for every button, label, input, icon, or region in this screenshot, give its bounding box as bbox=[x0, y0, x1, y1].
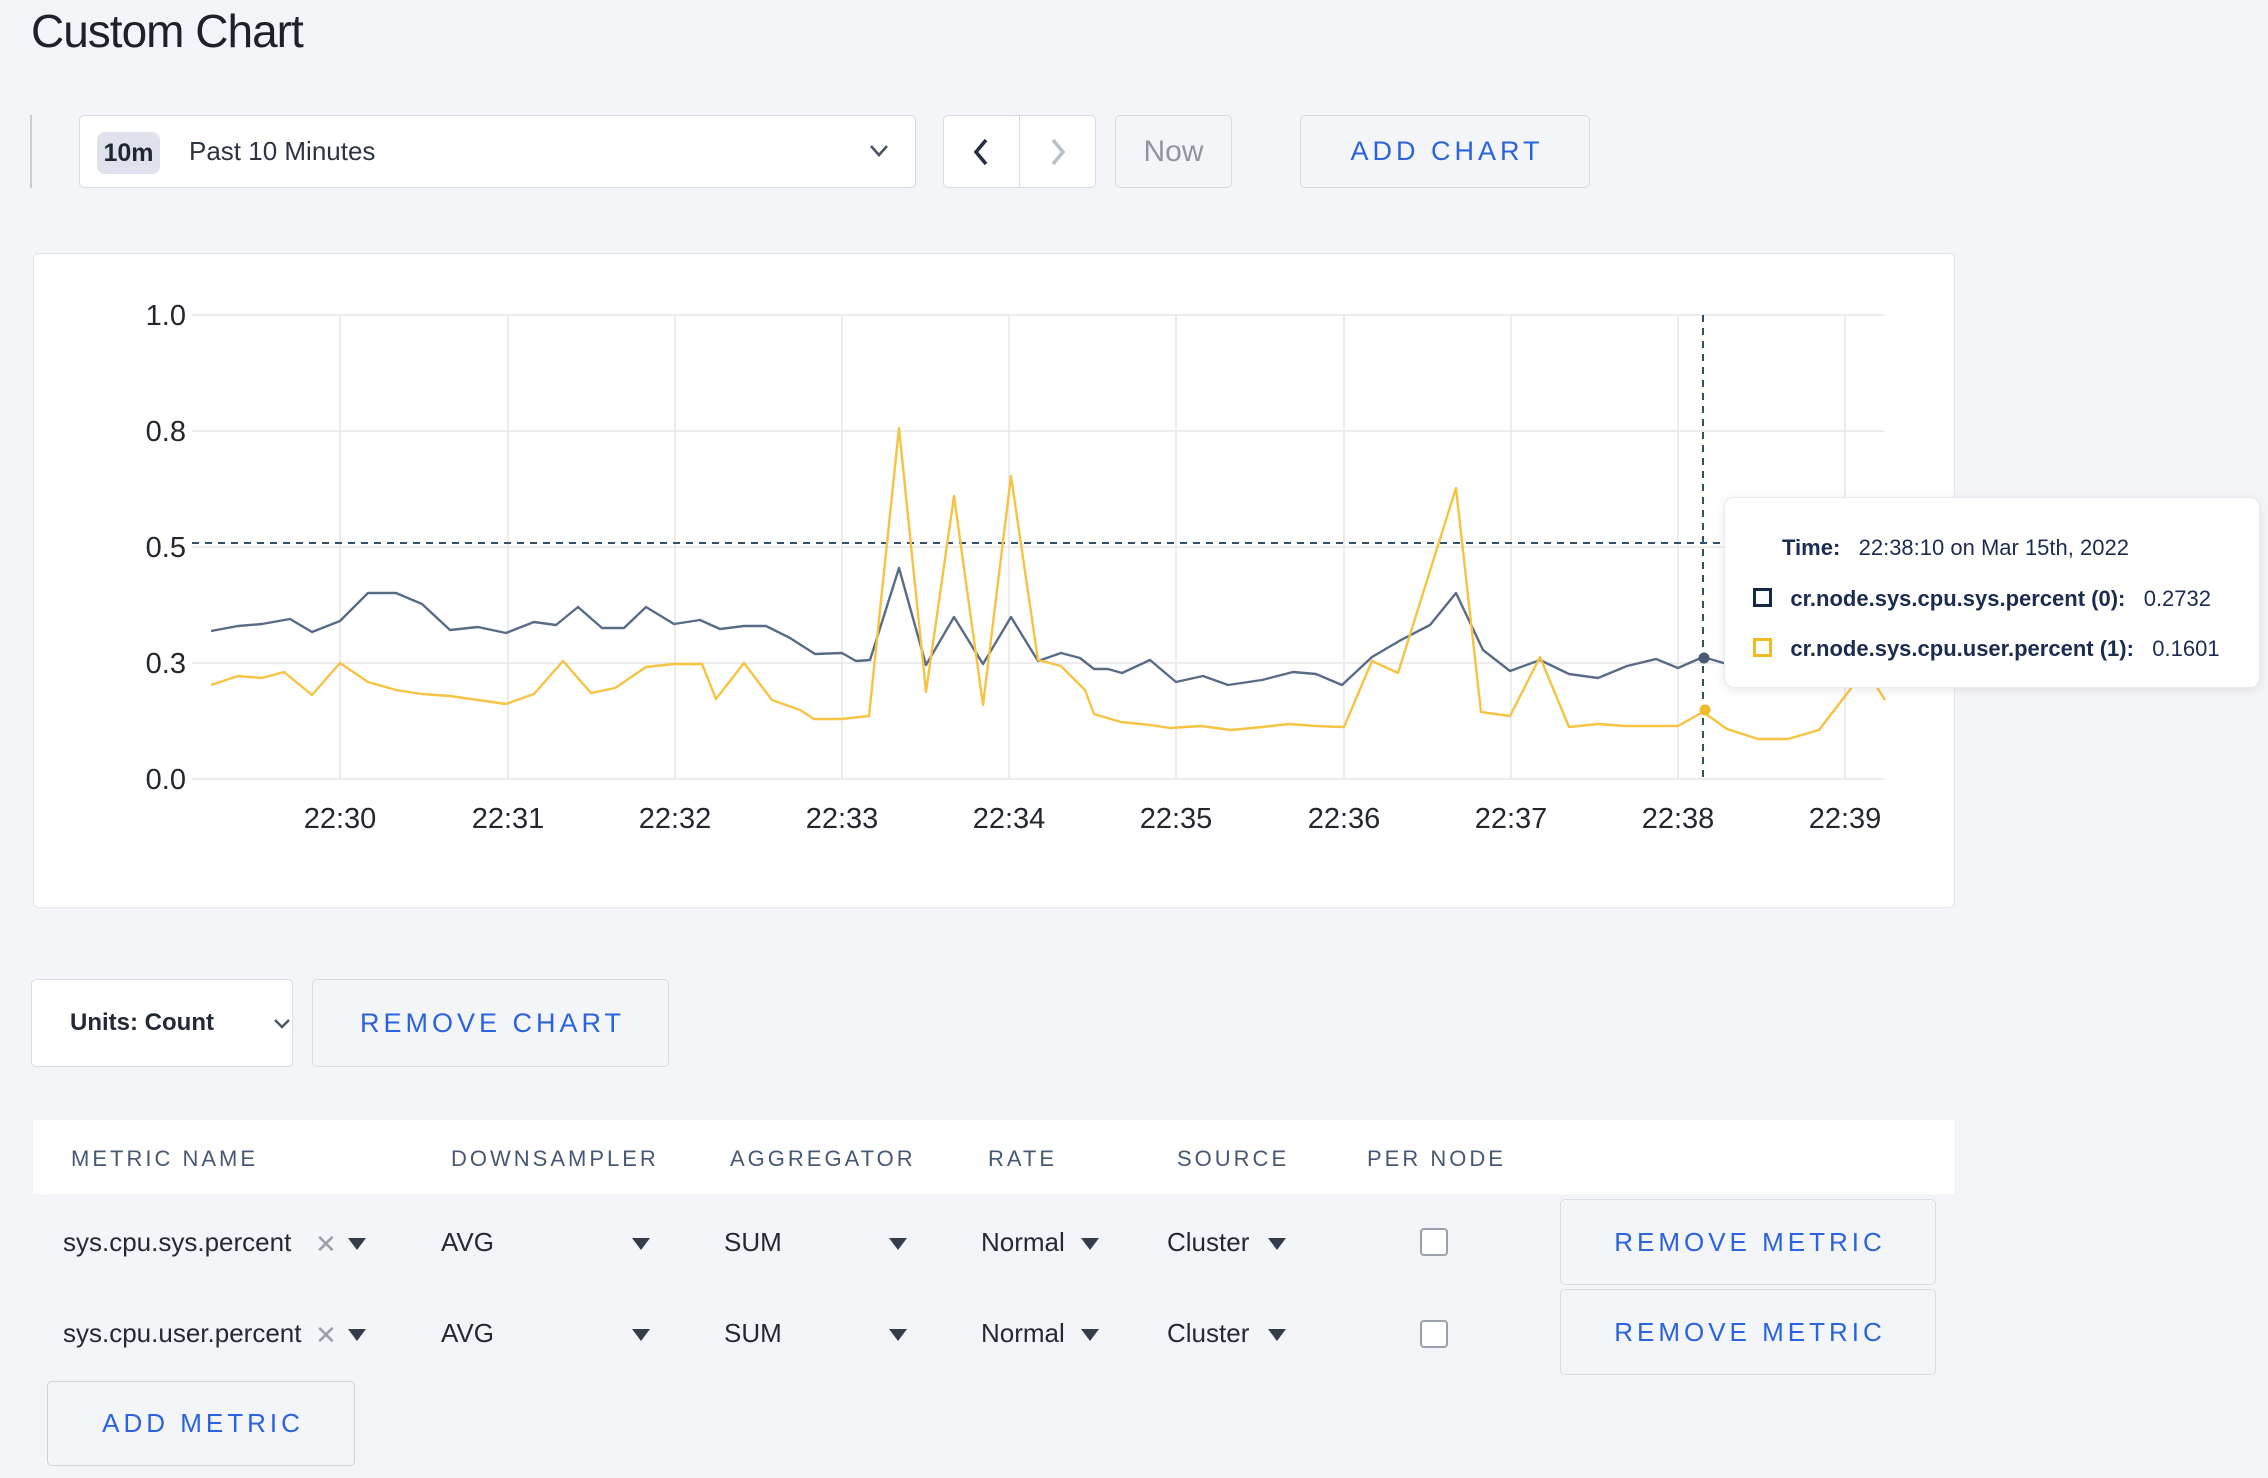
svg-text:22:31: 22:31 bbox=[472, 803, 545, 835]
svg-text:22:36: 22:36 bbox=[1308, 803, 1381, 835]
svg-text:1.0: 1.0 bbox=[146, 300, 186, 332]
svg-text:22:30: 22:30 bbox=[304, 803, 377, 835]
svg-text:22:35: 22:35 bbox=[1140, 803, 1213, 835]
svg-text:22:37: 22:37 bbox=[1475, 803, 1548, 835]
svg-text:0.5: 0.5 bbox=[146, 532, 186, 564]
svg-text:22:38: 22:38 bbox=[1642, 803, 1715, 835]
svg-text:0.3: 0.3 bbox=[146, 648, 186, 680]
svg-text:22:33: 22:33 bbox=[806, 803, 879, 835]
svg-text:22:39: 22:39 bbox=[1809, 803, 1882, 835]
svg-text:0.0: 0.0 bbox=[146, 764, 186, 796]
svg-text:22:34: 22:34 bbox=[973, 803, 1046, 835]
svg-text:0.8: 0.8 bbox=[146, 416, 186, 448]
svg-text:22:32: 22:32 bbox=[639, 803, 712, 835]
